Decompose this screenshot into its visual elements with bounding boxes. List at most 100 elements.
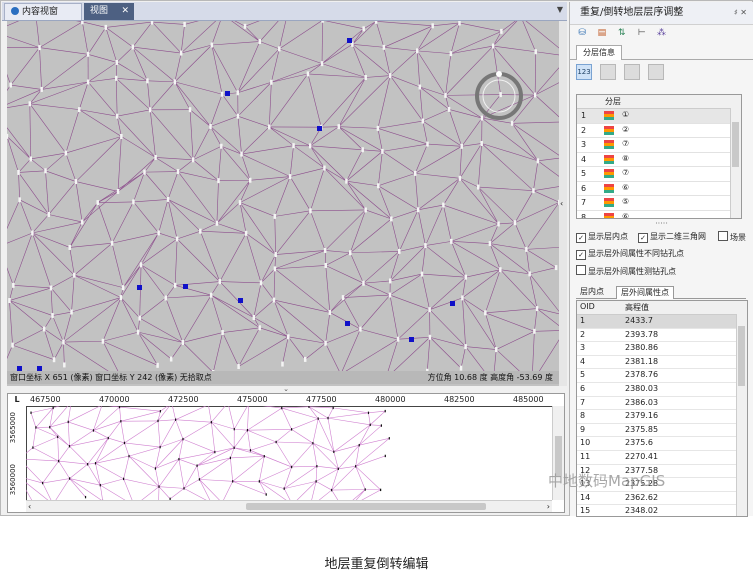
scroll-thumb[interactable]	[738, 326, 745, 386]
table-row[interactable]: 11 2270.41	[577, 451, 747, 465]
borehole-point[interactable]	[92, 429, 95, 432]
borehole-point[interactable]	[69, 477, 71, 480]
borehole-point[interactable]	[283, 487, 285, 490]
borehole-point[interactable]	[367, 411, 370, 415]
table-row[interactable]: 7 2386.03	[577, 397, 747, 411]
borehole-point[interactable]	[30, 411, 32, 414]
table-row[interactable]: 5 2378.76	[577, 369, 747, 383]
borehole-point[interactable]	[157, 419, 159, 423]
borehole-point[interactable]	[158, 485, 160, 488]
layer-row[interactable]: 6⑥	[577, 182, 741, 196]
borehole-point[interactable]	[233, 446, 235, 450]
layer-row[interactable]: 3⑦	[577, 138, 741, 153]
vertical-scrollbar[interactable]	[730, 108, 741, 218]
borehole-point[interactable]	[263, 455, 265, 458]
borehole-point[interactable]	[49, 425, 51, 429]
borehole-point[interactable]	[291, 428, 293, 431]
borehole-point[interactable]	[120, 420, 122, 423]
show-outer-hole-checkbox[interactable]: 显示层外间属性测钻孔点	[576, 265, 676, 277]
borehole-point[interactable]	[84, 495, 87, 499]
table-row[interactable]: 1 2433.7	[577, 315, 747, 329]
table-row[interactable]: 10 2375.6	[577, 437, 747, 451]
borehole-point[interactable]	[337, 467, 339, 471]
borehole-point[interactable]	[281, 406, 283, 410]
borehole-point[interactable]	[198, 478, 201, 481]
borehole-point[interactable]	[118, 406, 121, 409]
move-up-icon[interactable]	[599, 64, 616, 80]
borehole-point[interactable]	[107, 436, 109, 440]
borehole-point[interactable]	[128, 454, 130, 458]
splitter-grip[interactable]: ·····	[570, 219, 753, 228]
table-row[interactable]: 3 2380.86	[577, 342, 747, 356]
layer-row[interactable]: 1①	[577, 109, 741, 124]
borehole-point[interactable]	[154, 467, 157, 470]
borehole-point[interactable]	[265, 493, 267, 496]
borehole-point[interactable]	[159, 410, 161, 413]
layer-tool-icon[interactable]: ⛁	[576, 27, 588, 39]
borehole-point[interactable]	[291, 465, 293, 469]
tab-content-view[interactable]: 内容视窗	[4, 3, 82, 20]
borehole-point[interactable]	[312, 441, 314, 445]
borehole-point[interactable]	[68, 444, 71, 448]
swap-tool-icon[interactable]: ⇅	[616, 27, 628, 39]
table-row[interactable]: 6 2380.03	[577, 383, 747, 397]
borehole-point[interactable]	[233, 427, 235, 431]
borehole-point[interactable]	[210, 421, 212, 424]
close-icon[interactable]: ✕	[121, 3, 129, 20]
table-row[interactable]: 14 2362.62	[577, 492, 747, 506]
layer-row[interactable]: 8⑥	[577, 211, 741, 218]
borehole-point[interactable]	[355, 465, 357, 468]
borehole-point[interactable]	[67, 420, 69, 424]
borehole-point[interactable]	[58, 459, 60, 463]
borehole-point[interactable]	[333, 450, 335, 454]
tab-layer-info[interactable]: 分层信息	[576, 45, 622, 60]
panel-collapse-handle[interactable]: ‹	[559, 21, 567, 386]
vertical-scrollbar[interactable]	[736, 314, 747, 516]
arrow-left-icon[interactable]: ‹	[28, 501, 31, 512]
borehole-point[interactable]	[327, 416, 329, 420]
show-tin-checkbox[interactable]: ✓ 显示二维三角网	[638, 231, 706, 243]
borehole-point[interactable]	[380, 488, 382, 492]
tab-inner-points[interactable]: 层内点	[576, 286, 608, 298]
plan-view[interactable]: L 467500 470000 472500 475000 477500 480000 48…	[7, 393, 565, 513]
borehole-point[interactable]	[384, 409, 386, 413]
show-inner-checkbox[interactable]: ✓ 显示层内点	[576, 231, 628, 243]
show-outer-nohole-checkbox[interactable]: ✓ 显示层外间属性不同钻孔点	[576, 248, 684, 260]
move-down-icon[interactable]	[623, 64, 640, 80]
borehole-point[interactable]	[315, 480, 317, 483]
borehole-point[interactable]	[99, 483, 101, 487]
layer-row[interactable]: 2②	[577, 124, 741, 138]
borehole-point[interactable]	[308, 406, 310, 408]
table-tool-icon[interactable]: 123	[576, 64, 592, 80]
arrow-right-icon[interactable]: ›	[547, 501, 550, 512]
borehole-point[interactable]	[35, 426, 37, 429]
borehole-point[interactable]	[32, 446, 34, 449]
borehole-point[interactable]	[159, 445, 161, 449]
table-row[interactable]: 2 2393.78	[577, 329, 747, 343]
borehole-point[interactable]	[380, 424, 383, 427]
borehole-point[interactable]	[183, 487, 185, 490]
borehole-point[interactable]	[317, 417, 319, 420]
scroll-thumb[interactable]	[732, 122, 739, 167]
pin-close-icon[interactable]: ♯ ✕	[734, 2, 747, 24]
borehole-point[interactable]	[178, 457, 180, 461]
borehole-point[interactable]	[52, 406, 54, 410]
layer-row[interactable]: 5⑦	[577, 167, 741, 182]
field-checkbox[interactable]: 场景	[718, 231, 746, 243]
stack-tool-icon[interactable]: ▤	[596, 27, 608, 39]
borehole-point[interactable]	[331, 488, 333, 492]
layer-row[interactable]: 4⑧	[577, 153, 741, 167]
borehole-point[interactable]	[358, 443, 360, 447]
borehole-point[interactable]	[174, 418, 177, 421]
table-row[interactable]: 15 2348.02	[577, 505, 747, 516]
borehole-point[interactable]	[246, 428, 249, 432]
borehole-point[interactable]	[123, 441, 126, 445]
points-tool-icon[interactable]: ⁂	[656, 27, 668, 39]
table-row[interactable]: 4 2381.18	[577, 356, 747, 370]
borehole-point[interactable]	[388, 437, 390, 440]
borehole-point[interactable]	[369, 423, 371, 427]
tab-view[interactable]: 视图 ✕	[84, 3, 134, 20]
borehole-point[interactable]	[182, 437, 184, 441]
borehole-point[interactable]	[42, 481, 44, 485]
borehole-point[interactable]	[123, 477, 125, 481]
